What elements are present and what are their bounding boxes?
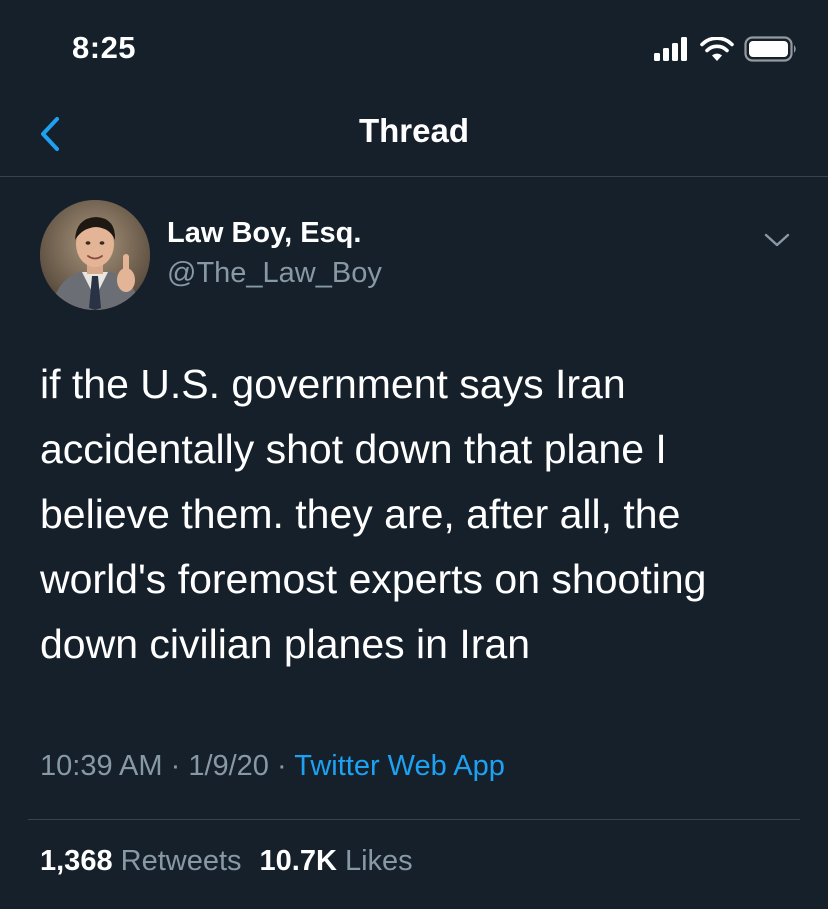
battery-icon: [744, 36, 796, 62]
status-bar: 8:25: [0, 0, 828, 100]
tweet-source-link[interactable]: Twitter Web App: [294, 750, 505, 782]
author-handle[interactable]: @The_Law_Boy: [167, 257, 382, 290]
author-name[interactable]: Law Boy, Esq.: [167, 217, 361, 250]
wifi-icon: [700, 36, 734, 61]
avatar[interactable]: [40, 200, 150, 310]
nav-bar: Thread: [0, 100, 828, 177]
retweets-stat[interactable]: 1,368 Retweets: [40, 845, 242, 878]
cellular-signal-icon: [654, 37, 687, 61]
meta-separator: ·: [268, 750, 295, 782]
divider: [28, 819, 800, 820]
meta-separator: ·: [162, 750, 189, 782]
retweets-count: 1,368: [40, 845, 113, 877]
status-icons: [654, 36, 798, 62]
likes-label: Likes: [344, 845, 413, 877]
tweet-time: 10:39 AM: [40, 750, 163, 782]
likes-count: 10.7K: [259, 845, 337, 877]
tweet-stats: 1,368 Retweets 10.7K Likes: [40, 845, 413, 878]
tweet-date: 1/9/20: [188, 750, 269, 782]
more-options-button[interactable]: [762, 228, 792, 252]
likes-stat[interactable]: 10.7K Likes: [260, 845, 413, 878]
tweet-meta: 10:39 AM · 1/9/20 · Twitter Web App: [40, 750, 505, 783]
page-title: Thread: [358, 112, 470, 149]
retweets-label: Retweets: [120, 845, 242, 877]
tweet-header: Law Boy, Esq. @The_Law_Boy: [40, 200, 800, 312]
status-time: 8:25: [72, 30, 137, 65]
chevron-down-icon: [764, 233, 790, 247]
tweet-text: if the U.S. government says Iran acciden…: [40, 361, 707, 667]
avatar-photo: [40, 200, 150, 310]
